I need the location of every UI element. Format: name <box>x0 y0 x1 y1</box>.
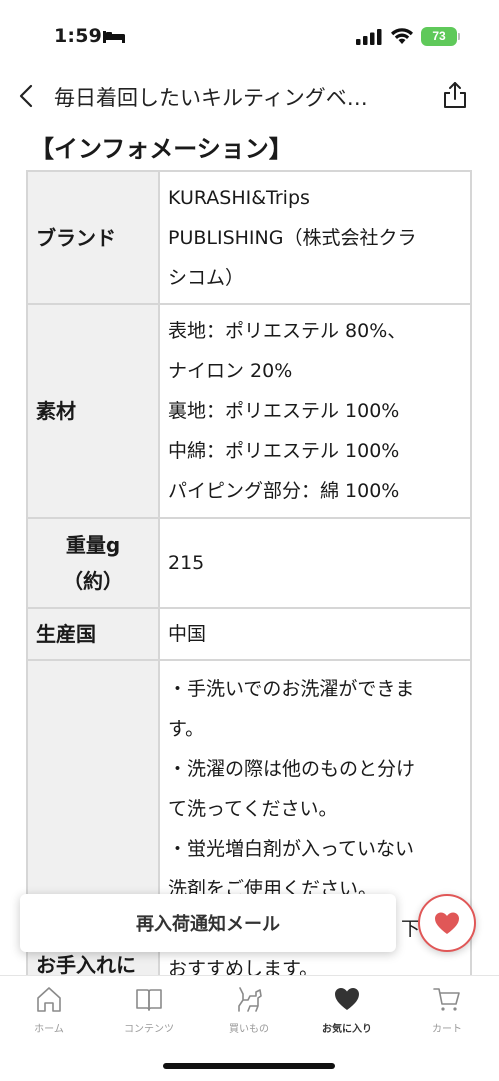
value-line: 215 <box>168 552 205 574</box>
status-time: 1:59 <box>54 25 103 47</box>
value-line: KURASHI&Trips <box>168 186 310 209</box>
share-icon[interactable] <box>442 80 468 110</box>
table-row-material: 素材 表地：ポリエステル 80%、 ナイロン 20% 裏地：ポリエステル 100… <box>26 305 472 519</box>
value-line: ・洗濯の際は他のものと分け <box>168 758 416 780</box>
tab-favorites[interactable]: お気に入り <box>302 984 392 1035</box>
tab-label: 買いもの <box>229 1024 269 1035</box>
tab-contents[interactable]: コンテンツ <box>104 984 194 1035</box>
value-line: シコム） <box>168 266 245 289</box>
tab-label: コンテンツ <box>124 1024 174 1035</box>
value-line: 中国 <box>168 623 207 645</box>
tab-home[interactable]: ホーム <box>4 984 94 1035</box>
tab-label: カート <box>432 1024 462 1035</box>
row-label-weight: 重量g （約） <box>28 519 160 607</box>
heart-icon <box>435 912 459 934</box>
tab-label: ホーム <box>34 1024 64 1035</box>
heart-icon <box>335 988 359 1010</box>
table-row-origin: 生産国 中国 <box>26 609 472 661</box>
value-line: 裏地：ポリエステル 100% <box>168 400 400 422</box>
value-line: 中綿：ポリエステル 100% <box>168 440 400 462</box>
value-line: PUBLISHING（株式会社クラ <box>168 226 417 249</box>
wifi-icon <box>391 28 413 44</box>
tab-cart[interactable]: カート <box>402 984 492 1035</box>
favorite-button[interactable] <box>418 894 476 952</box>
table-row-brand: ブランド KURASHI&Trips PUBLISHING（株式会社クラ シコム… <box>26 170 472 305</box>
row-value-material: 表地：ポリエステル 80%、 ナイロン 20% 裏地：ポリエステル 100% 中… <box>160 305 470 517</box>
value-line: す。 <box>168 718 205 740</box>
restock-notification-button[interactable]: 再入荷通知メール <box>20 894 396 952</box>
value-line: ・手洗いでのお洗濯ができま <box>168 678 415 700</box>
cart-icon <box>433 988 460 1011</box>
home-indicator[interactable] <box>163 1063 335 1069</box>
value-line: ナイロン 20% <box>168 360 293 382</box>
row-label-origin: 生産国 <box>28 609 160 659</box>
row-label-material: 素材 <box>28 305 160 517</box>
value-line: ・蛍光増白剤が入っていない <box>168 838 415 860</box>
book-icon <box>136 989 162 1011</box>
value-line: て洗ってください。 <box>168 798 338 820</box>
row-value-origin: 中国 <box>160 609 470 659</box>
label-line: 重量g <box>65 533 121 557</box>
tab-label: お気に入り <box>322 1024 372 1035</box>
label-line: （約） <box>63 569 123 593</box>
restock-label: 再入荷通知メール <box>136 914 280 935</box>
navigation-bar: 毎日着回したいキルティングベ… <box>0 72 499 120</box>
battery-level: 73 <box>432 29 446 43</box>
shopping-dog-icon <box>238 987 262 1012</box>
page-title: 毎日着回したいキルティングベ… <box>54 86 368 110</box>
battery-indicator: 73 <box>421 27 460 46</box>
row-value-weight: 215 <box>160 519 470 607</box>
cellular-signal-icon <box>356 29 382 45</box>
status-bar: 1:59 73 <box>0 0 499 72</box>
row-label-brand: ブランド <box>28 172 160 303</box>
value-line: パイピング部分：綿 100% <box>168 480 400 502</box>
section-heading: 【インフォメーション】 <box>30 135 293 163</box>
sleep-focus-icon <box>103 31 125 43</box>
info-table: ブランド KURASHI&Trips PUBLISHING（株式会社クラ シコム… <box>26 170 472 991</box>
tab-shopping[interactable]: 買いもの <box>204 984 294 1035</box>
row-value-brand: KURASHI&Trips PUBLISHING（株式会社クラ シコム） <box>160 172 470 303</box>
value-line: 表地：ポリエステル 80%、 <box>168 320 407 342</box>
home-icon <box>37 987 61 1012</box>
back-chevron-icon[interactable] <box>16 84 36 108</box>
table-row-weight: 重量g （約） 215 <box>26 519 472 609</box>
